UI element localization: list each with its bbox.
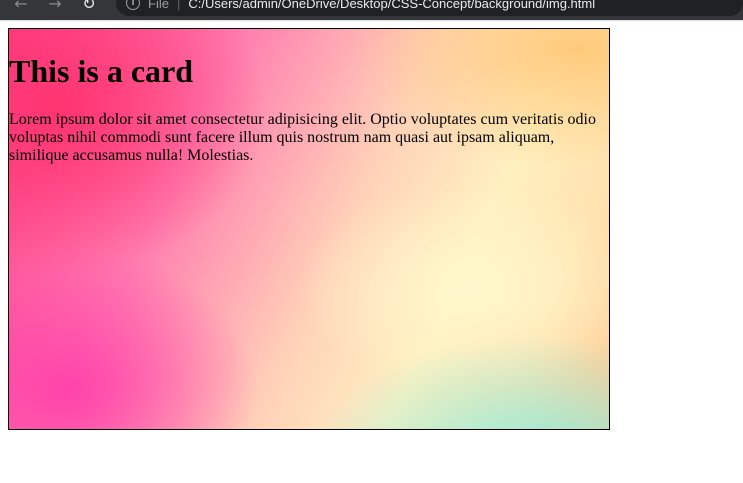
card-text: Lorem ipsum dolor sit amet consectetur a… [9, 111, 596, 164]
back-button[interactable]: ← [8, 0, 34, 16]
browser-toolbar: ← → ↻ i File | C:/Users/admin/OneDrive/D… [0, 0, 743, 20]
card-title: This is a card [9, 53, 194, 89]
toolbar-inner: ← → ↻ i File | C:/Users/admin/OneDrive/D… [0, 0, 743, 16]
info-icon[interactable]: i [126, 0, 140, 10]
back-arrow-icon: ← [14, 0, 28, 13]
url-text[interactable]: C:/Users/admin/OneDrive/Desktop/CSS-Conc… [188, 0, 595, 11]
toolbar-shadow [0, 20, 743, 22]
reload-button[interactable]: ↻ [76, 0, 102, 16]
address-bar[interactable]: i File | C:/Users/admin/OneDrive/Desktop… [116, 0, 743, 16]
forward-button[interactable]: → [42, 0, 68, 16]
forward-arrow-icon: → [48, 0, 62, 13]
url-separator: | [176, 0, 181, 11]
card: This is a card Lorem ipsum dolor sit ame… [8, 28, 610, 430]
url-scheme: File [148, 0, 169, 11]
reload-icon: ↻ [82, 0, 96, 13]
